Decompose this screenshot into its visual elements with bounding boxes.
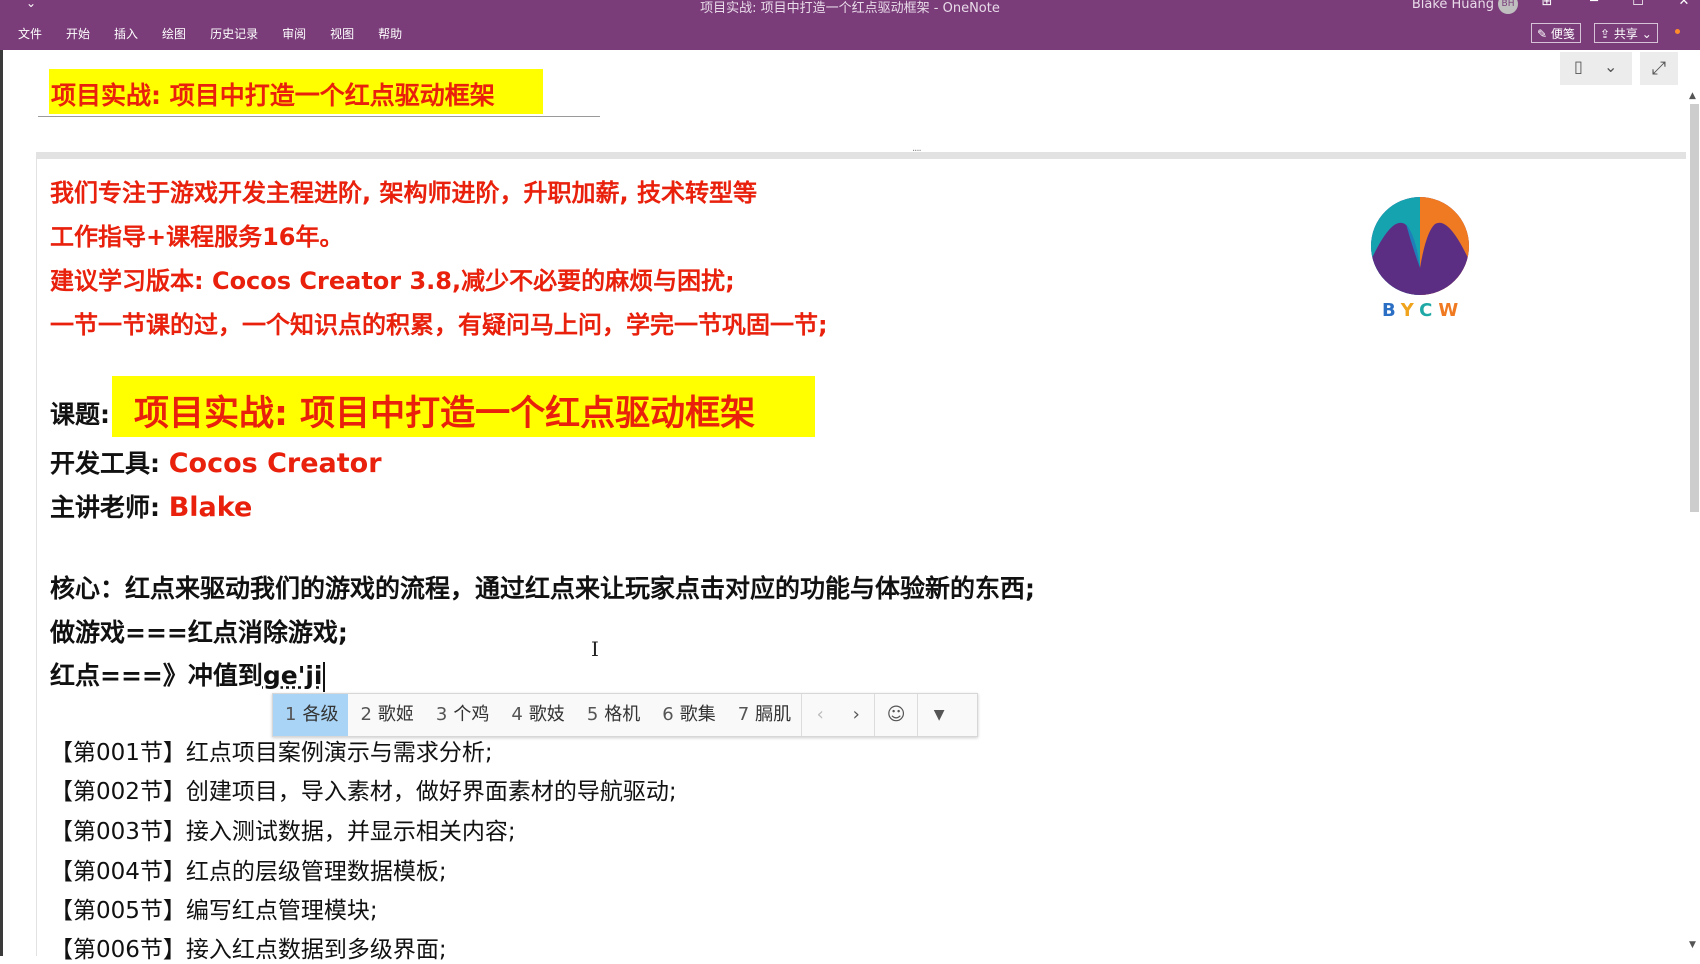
share-icon: ⇪ (1600, 27, 1611, 41)
minimize-button[interactable]: ─ (1584, 0, 1604, 9)
core-line[interactable]: 核心：红点来驱动我们的游戏的流程，通过红点来让玩家点击对应的功能与体验新的东西; (50, 569, 1035, 605)
topic-value: 项目实战: 项目中打造一个红点驱动框架 (134, 394, 756, 434)
ime-composition-text: ge'ji (262, 661, 323, 690)
share-label: 共享 (1613, 27, 1638, 41)
emoji-icon[interactable]: ☺ (875, 694, 917, 736)
intro-line[interactable]: 工作指导+课程服务16年。 (50, 217, 344, 252)
section-item[interactable]: 【第001节】红点项目案例演示与需求分析; (50, 733, 493, 767)
dev-tool-label: 开发工具: (50, 449, 160, 478)
topic-highlight[interactable]: 项目实战: 项目中打造一个红点驱动框架 (112, 376, 815, 437)
bycw-logo (1371, 197, 1469, 295)
menu-review[interactable]: 审阅 (270, 25, 318, 43)
ime-candidate[interactable]: 1 各级 (273, 694, 349, 736)
intro-line[interactable]: 我们专注于游戏开发主程进阶, 架构师进阶，升职加薪, 技术转型等 (50, 173, 757, 208)
menu-view[interactable]: 视图 (318, 25, 366, 43)
ime-candidate-bar: 1 各级 2 歌姬 3 个鸡 4 歌妓 5 格机 6 歌集 7 膈肌 ‹ › ☺ ▼ (272, 693, 978, 737)
page-title[interactable]: 项目实战: 项目中打造一个红点驱动框架 (49, 69, 543, 114)
menu-history[interactable]: 历史记录 (198, 25, 270, 43)
teacher-label: 主讲老师: (50, 493, 160, 522)
ime-expand-icon[interactable]: ▼ (918, 694, 960, 736)
scroll-thumb[interactable] (1690, 104, 1699, 512)
game-line[interactable]: 做游戏===红点消除游戏; (50, 613, 348, 649)
dev-tool-value: Cocos Creator (168, 448, 382, 479)
ime-candidate[interactable]: 6 歌集 (650, 694, 725, 736)
redpoint-line-text: 红点===》冲值到 (50, 661, 263, 690)
intro-line[interactable]: 建议学习版本: Cocos Creator 3.8,减少不必要的麻烦与困扰; (50, 261, 735, 296)
menu-help[interactable]: 帮助 (366, 25, 414, 43)
intro-line[interactable]: 一节一节课的过，一个知识点的积累，有疑问马上问，学完一节巩固一节; (50, 305, 828, 340)
left-edge (0, 50, 3, 956)
ime-candidate[interactable]: 5 格机 (575, 694, 650, 736)
close-button[interactable]: ✕ (1674, 0, 1694, 9)
dev-tool-line[interactable]: 开发工具: Cocos Creator (50, 444, 382, 480)
ime-candidate[interactable]: 4 歌妓 (499, 694, 574, 736)
user-name[interactable]: Blake Huang (1412, 0, 1494, 12)
scroll-down-icon[interactable]: ▼ (1689, 940, 1696, 950)
section-item[interactable]: 【第004节】红点的层级管理数据模板; (50, 852, 447, 886)
menu-home[interactable]: 开始 (54, 25, 102, 43)
page-view-icon[interactable]: ▯ (1574, 57, 1583, 76)
scroll-up-icon[interactable]: ▲ (1689, 91, 1696, 101)
menu-file[interactable]: 文件 (6, 25, 54, 43)
fullscreen-icon[interactable]: ⤢ (1640, 52, 1678, 85)
section-item[interactable]: 【第005节】编写红点管理模块; (50, 891, 378, 925)
note-container-edge (36, 152, 37, 956)
ibeam-cursor-icon: I (591, 637, 599, 661)
grip-icon[interactable]: ···· (912, 146, 922, 157)
topic-label[interactable]: 课题: (50, 395, 110, 431)
teacher-line[interactable]: 主讲老师: Blake (50, 488, 252, 524)
note-container-handle[interactable]: ···· (36, 146, 1686, 159)
maximize-button[interactable]: ☐ (1628, 0, 1648, 9)
sticky-notes-label: 便笺 (1550, 27, 1575, 41)
ime-prev-page-icon[interactable]: ‹ (802, 694, 838, 736)
title-underline (38, 116, 600, 117)
ime-candidate[interactable]: 2 歌姬 (348, 694, 423, 736)
sticky-notes-button[interactable]: ✎ 便笺 (1531, 23, 1581, 43)
ime-candidate[interactable]: 3 个鸡 (424, 694, 499, 736)
menu-insert[interactable]: 插入 (102, 25, 150, 43)
page-title-text: 项目实战: 项目中打造一个红点驱动框架 (51, 81, 495, 110)
menu-draw[interactable]: 绘图 (150, 25, 198, 43)
text-caret (322, 662, 325, 692)
sticky-note-icon: ✎ (1537, 27, 1548, 41)
section-item[interactable]: 【第002节】创建项目，导入素材，做好界面素材的导航驱动; (50, 772, 677, 806)
view-controls[interactable]: ▯ ⌄ (1560, 52, 1632, 85)
redpoint-line[interactable]: 红点===》冲值到ge'ji (50, 656, 325, 692)
menu-bar: 文件 开始 插入 绘图 历史记录 审阅 视图 帮助 (6, 25, 414, 43)
share-button[interactable]: ⇪ 共享 ⌄ (1594, 23, 1658, 43)
chevron-down-icon[interactable]: ⌄ (1604, 57, 1617, 76)
ime-candidate[interactable]: 7 膈肌 (726, 694, 801, 736)
chevron-down-icon: ⌄ (1641, 27, 1652, 41)
ime-next-page-icon[interactable]: › (838, 694, 874, 736)
logo-text: BYCW (1382, 300, 1465, 321)
section-item[interactable]: 【第003节】接入测试数据，并显示相关内容; (50, 812, 516, 846)
restore-pane-icon[interactable]: ⊞ (1537, 0, 1557, 9)
notification-dot (1675, 29, 1680, 34)
teacher-value: Blake (168, 492, 253, 523)
title-bar: ⌄ 项目实战: 项目中打造一个红点驱动框架 - OneNote Blake Hu… (0, 0, 1700, 50)
section-item[interactable]: 【第006节】接入红点数据到多级界面; (50, 930, 447, 964)
